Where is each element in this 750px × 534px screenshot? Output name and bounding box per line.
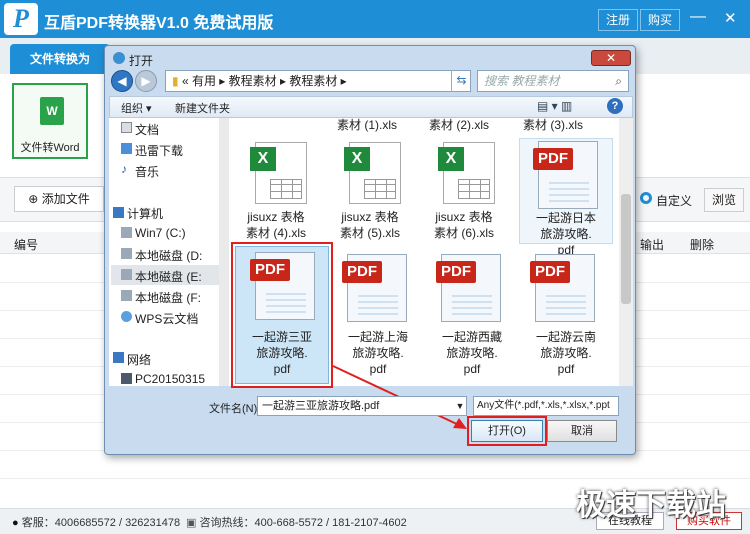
close-icon[interactable]: ✕	[724, 9, 737, 27]
hotline-text: ▣ 咨询热线：400-668-5572 / 181-2107-4602	[186, 514, 407, 530]
row-divider	[0, 478, 750, 479]
file-to-word-label: 文件转Word	[20, 142, 80, 154]
site-watermark: 极速下载站	[576, 489, 726, 522]
custom-radio[interactable]	[640, 192, 652, 204]
custom-label: 自定义	[656, 194, 693, 208]
minimize-icon[interactable]: —	[690, 8, 706, 26]
add-file-button[interactable]: ⊕ 添加文件	[14, 186, 104, 212]
chevron-down-icon[interactable]: ▼	[453, 396, 467, 416]
register-button[interactable]: 注册	[598, 9, 638, 31]
word-icon: W	[40, 97, 64, 125]
filename-input[interactable]: 一起游三亚旅游攻略.pdf	[257, 396, 467, 416]
column-output: 输出	[640, 238, 665, 252]
app-title: 互盾PDF转换器V1.0 免费试用版	[44, 15, 274, 32]
tab-file-convert[interactable]: 文件转换为	[10, 44, 110, 74]
service-label: 客服：4006685572 / 326231478	[21, 517, 181, 529]
qq-service-text: ● 客服：4006685572 / 326231478	[12, 514, 180, 530]
annotation-arrow	[332, 365, 467, 429]
chat-icon: ▣	[186, 517, 197, 529]
add-file-label: 添加文件	[41, 192, 90, 206]
cancel-button[interactable]: 取消	[547, 420, 617, 442]
file-to-word-button[interactable]: W 文件转Word	[12, 83, 88, 159]
hotline-label: 咨询热线：400-668-5572 / 181-2107-4602	[199, 517, 407, 529]
buy-button[interactable]: 购买	[640, 9, 680, 31]
file-type-select[interactable]: Any文件(*.pdf,*.xls,*.xlsx,*.ppt	[473, 396, 619, 416]
app-logo-icon: P	[4, 3, 38, 35]
open-file-dialog: 打开 ✕ ◀ ▶ ▮ « 有用 ▸ 教程素材 ▸ 教程素材 ▸ ⇆ 搜索 教程素…	[104, 45, 636, 455]
qq-icon: ●	[12, 517, 19, 529]
plus-icon: ⊕	[28, 192, 42, 206]
open-button-annotation-box	[467, 416, 547, 446]
column-number: 编号	[14, 238, 39, 252]
filename-label: 文件名(N):	[209, 403, 261, 415]
browse-button[interactable]: 浏览	[704, 188, 744, 212]
column-delete: 删除	[690, 238, 715, 252]
